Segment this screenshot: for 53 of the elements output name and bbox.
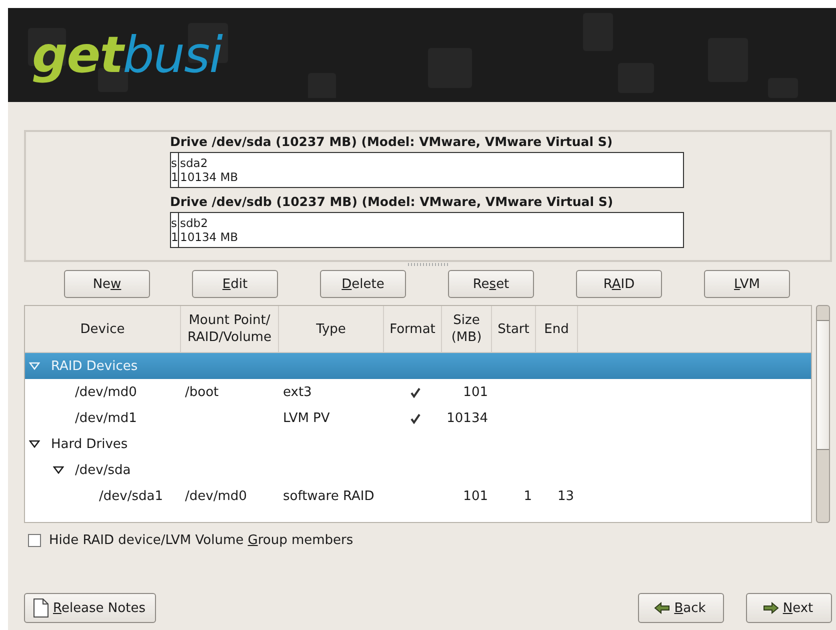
table-cell: 13 xyxy=(557,488,574,504)
column-header[interactable]: Device xyxy=(25,306,181,352)
table-cell: 10134 xyxy=(446,410,488,426)
drive-title: Drive /dev/sda (10237 MB) (Model: VMware, VMware Virtual S) xyxy=(170,134,614,150)
tree-row[interactable]: /dev/sda1 /dev/md0 software RAID 101 1 13 xyxy=(25,483,811,509)
column-header[interactable]: Start xyxy=(492,306,536,352)
tree-row[interactable]: Hard Drives xyxy=(25,431,811,457)
left-arrow-icon xyxy=(654,602,670,614)
partition-segment[interactable]: s 1 xyxy=(171,213,179,247)
device-name: /dev/sda xyxy=(75,462,131,478)
device-name: /dev/sda1 xyxy=(99,488,163,504)
column-header[interactable]: Format xyxy=(384,306,442,352)
drive-title: Drive /dev/sdb (10237 MB) (Model: VMware, VMware Virtual S) xyxy=(170,194,614,210)
table-cell: /dev/md0 xyxy=(185,488,247,504)
table-cell: 101 xyxy=(463,488,488,504)
device-name: /dev/md0 xyxy=(75,384,137,400)
back-button[interactable]: Back xyxy=(638,593,724,623)
column-header[interactable]: End xyxy=(536,306,578,352)
action-button[interactable]: Edit xyxy=(192,270,278,298)
checkbox-label[interactable]: Hide RAID device/LVM Volume Group members xyxy=(49,533,354,548)
checkbox[interactable] xyxy=(28,534,41,547)
expander-down-icon[interactable] xyxy=(53,466,64,474)
table-cell: LVM PV xyxy=(283,410,330,426)
table-cell: /boot xyxy=(185,384,219,400)
right-arrow-icon xyxy=(762,602,779,614)
column-header[interactable]: Size (MB) xyxy=(442,306,492,352)
table-cell: software RAID xyxy=(283,488,374,504)
partition-segment[interactable]: sdb2 10134 MB xyxy=(179,213,683,247)
resize-grip[interactable] xyxy=(408,263,448,266)
tree-row[interactable]: /dev/md1 LVM PV 10134 xyxy=(25,405,811,431)
column-header[interactable]: Type xyxy=(279,306,384,352)
table-cell: 101 xyxy=(463,384,488,400)
tree-row[interactable]: /dev/sda xyxy=(25,457,811,483)
table-cell: 1 xyxy=(524,488,532,504)
next-button[interactable]: Next xyxy=(746,593,832,623)
column-header[interactable]: Mount Point/ RAID/Volume xyxy=(181,306,279,352)
action-button[interactable]: New xyxy=(64,270,150,298)
action-button[interactable]: RAID xyxy=(576,270,662,298)
device-name: Hard Drives xyxy=(51,436,128,452)
device-name: /dev/md1 xyxy=(75,410,137,426)
scrollbar[interactable] xyxy=(816,305,830,523)
release-notes-button[interactable]: Release Notes xyxy=(24,593,156,623)
action-button[interactable]: Reset xyxy=(448,270,534,298)
table-cell: ext3 xyxy=(283,384,312,400)
device-name: RAID Devices xyxy=(51,358,138,374)
partition-segment[interactable]: s 1 xyxy=(171,153,179,187)
action-button[interactable]: LVM xyxy=(704,270,790,298)
expander-down-icon[interactable] xyxy=(29,440,40,448)
tree-row[interactable]: /dev/md0 /boot ext3 101 xyxy=(25,379,811,405)
action-button[interactable]: Delete xyxy=(320,270,406,298)
partition-segment[interactable]: sda2 10134 MB xyxy=(179,153,683,187)
document-icon xyxy=(33,598,49,618)
logo: getbusi xyxy=(32,26,222,84)
